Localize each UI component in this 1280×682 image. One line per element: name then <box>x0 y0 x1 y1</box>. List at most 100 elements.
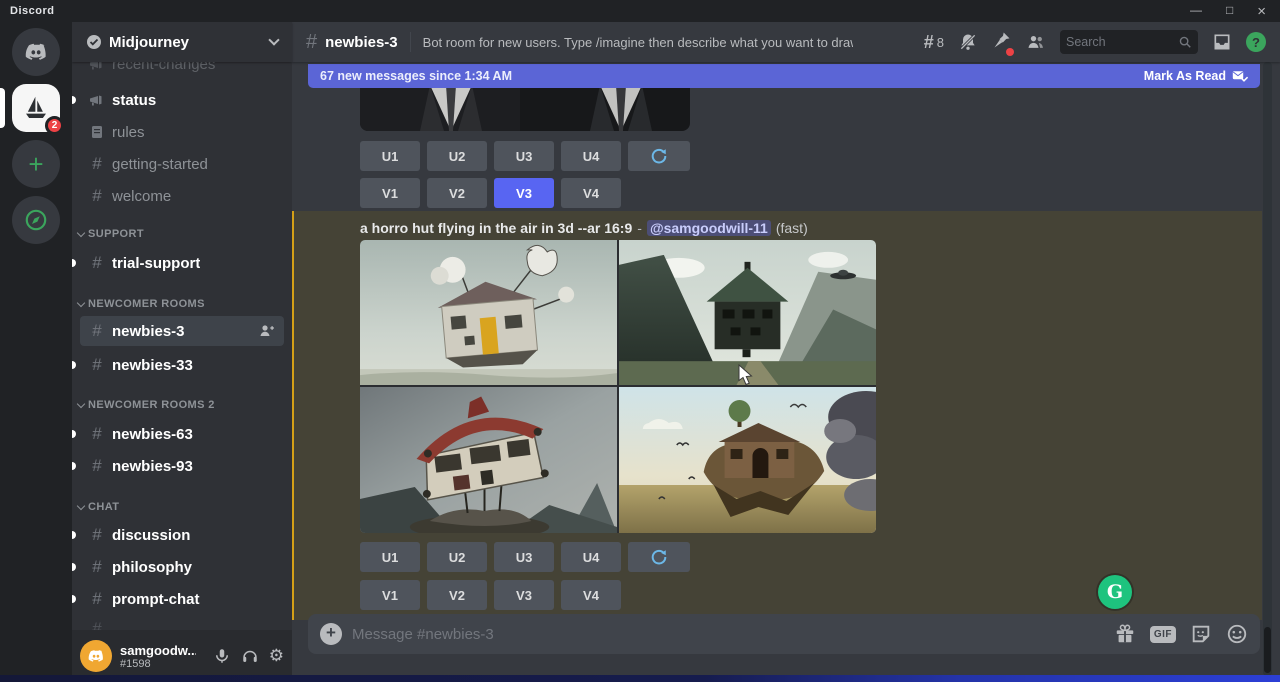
gift-icon[interactable] <box>1114 623 1136 645</box>
section-chat[interactable]: CHAT <box>78 500 119 514</box>
user-mention[interactable]: @samgoodwill-11 <box>647 220 771 236</box>
hash-icon <box>88 589 106 609</box>
hash-icon <box>88 186 106 206</box>
sidebar-item-welcome[interactable]: welcome <box>80 182 284 210</box>
microphone-icon[interactable] <box>213 647 231 665</box>
upscale-button-u1[interactable]: U1 <box>360 141 420 171</box>
hash-icon <box>88 525 106 545</box>
pin-notification-dot <box>1006 48 1014 56</box>
inbox-icon[interactable] <box>1212 32 1232 52</box>
message-input[interactable] <box>352 626 1104 643</box>
unread-indicator <box>72 361 76 369</box>
taskbar-edge <box>0 675 1280 682</box>
sidebar-item-trial-support[interactable]: trial-support <box>80 249 284 277</box>
variation-button-v4[interactable]: V4 <box>561 178 621 208</box>
member-list-icon[interactable] <box>1026 32 1046 52</box>
variation-button-v4[interactable]: V4 <box>561 580 621 610</box>
discord-app: Discord — □ × 2 recent-changes status <box>0 0 1280 682</box>
crooked-house-image <box>360 387 617 533</box>
reroll-button[interactable] <box>628 141 690 171</box>
sidebar-item-discussion[interactable]: discussion <box>80 521 284 549</box>
invite-people-icon[interactable] <box>258 323 276 339</box>
settings-gear-icon[interactable]: ⚙ <box>269 646 284 666</box>
user-discriminator: #1598 <box>120 658 196 670</box>
help-button[interactable] <box>1246 32 1266 52</box>
unread-indicator <box>72 563 76 571</box>
server-header[interactable]: Midjourney <box>72 22 292 62</box>
sidebar-item-newbies-63[interactable]: newbies-63 <box>80 420 284 448</box>
generated-image-3[interactable] <box>360 387 617 533</box>
section-newcomer-rooms-2[interactable]: NEWCOMER ROOMS 2 <box>78 398 215 412</box>
search-input[interactable] <box>1066 35 1174 49</box>
pinned-messages-button[interactable] <box>992 30 1012 55</box>
threads-icon: # <box>924 32 934 53</box>
variation-button-v1[interactable]: V1 <box>360 580 420 610</box>
hash-icon <box>88 355 106 375</box>
sidebar-item-newbies-33[interactable]: newbies-33 <box>80 351 284 379</box>
window-maximize-button[interactable]: □ <box>1226 3 1233 20</box>
generated-image-2[interactable] <box>619 240 876 385</box>
section-support[interactable]: SUPPORT <box>78 227 144 241</box>
generated-image-partial[interactable] <box>360 85 690 131</box>
hash-icon <box>88 154 106 174</box>
chat-scrollbar-thumb[interactable] <box>1264 627 1271 673</box>
unread-indicator <box>72 96 76 104</box>
upscale-button-u2[interactable]: U2 <box>427 141 487 171</box>
floating-island-house-image <box>619 387 876 533</box>
search-box <box>1060 30 1198 54</box>
variation-button-v3-selected[interactable]: V3 <box>494 178 554 208</box>
unread-indicator <box>72 462 76 470</box>
home-button[interactable] <box>12 28 60 76</box>
server-rail: 2 <box>0 22 72 682</box>
channel-topic[interactable]: Bot room for new users. Type /imagine th… <box>423 35 853 50</box>
variation-button-v2[interactable]: V2 <box>427 178 487 208</box>
sidebar-item-getting-started[interactable]: getting-started <box>80 150 284 178</box>
variation-button-v3[interactable]: V3 <box>494 580 554 610</box>
generated-image-4[interactable] <box>619 387 876 533</box>
upscale-button-u1[interactable]: U1 <box>360 542 420 572</box>
chevron-down-icon <box>77 399 85 407</box>
section-newcomer-rooms[interactable]: NEWCOMER ROOMS <box>78 297 205 311</box>
sidebar-item-philosophy[interactable]: philosophy <box>80 553 284 581</box>
window-minimize-button[interactable]: — <box>1190 3 1202 20</box>
chevron-down-icon <box>77 298 85 306</box>
sidebar-item-prompt-chat[interactable]: prompt-chat <box>80 585 284 613</box>
avatar[interactable] <box>80 640 112 672</box>
window-close-button[interactable]: × <box>1257 3 1266 20</box>
megaphone-icon <box>88 92 106 108</box>
threads-button[interactable]: # 8 <box>924 32 944 53</box>
explore-servers-button[interactable] <box>12 196 60 244</box>
rules-icon <box>88 124 106 140</box>
server-mention-badge: 2 <box>45 116 64 135</box>
sidebar-item-newbies-93[interactable]: newbies-93 <box>80 452 284 480</box>
chat-main: U1 U2 U3 U4 V1 V2 V3 V4 a horro hut flyi… <box>292 22 1280 682</box>
attach-file-button[interactable] <box>320 623 342 645</box>
reroll-button[interactable] <box>628 542 690 572</box>
generated-image-1[interactable] <box>360 240 617 385</box>
server-icon-midjourney[interactable]: 2 <box>12 84 60 132</box>
variation-button-v2[interactable]: V2 <box>427 580 487 610</box>
mark-as-read-button[interactable]: Mark As Read <box>1144 68 1248 84</box>
upscale-button-u4[interactable]: U4 <box>561 141 621 171</box>
variation-button-v1[interactable]: V1 <box>360 178 420 208</box>
new-messages-banner[interactable]: 67 new messages since 1:34 AM Mark As Re… <box>308 64 1260 88</box>
upscale-button-u2[interactable]: U2 <box>427 542 487 572</box>
emoji-picker-icon[interactable] <box>1226 623 1248 645</box>
grammarly-badge[interactable]: G <box>1098 575 1132 609</box>
upscale-button-u4[interactable]: U4 <box>561 542 621 572</box>
active-server-indicator <box>0 88 5 128</box>
sidebar-item-newbies-3[interactable]: newbies-3 <box>80 316 284 346</box>
user-info[interactable]: samgoodw... #1598 <box>120 643 196 670</box>
headphones-icon[interactable] <box>241 647 259 665</box>
add-server-button[interactable] <box>12 140 60 188</box>
chat-scrollbar-track[interactable] <box>1263 62 1272 676</box>
notifications-muted-icon[interactable] <box>958 32 978 52</box>
sidebar-item-status[interactable]: status <box>80 86 284 114</box>
hash-icon: # <box>306 31 317 54</box>
sidebar-item-rules[interactable]: rules <box>80 118 284 146</box>
sticker-icon[interactable] <box>1190 623 1212 645</box>
gif-picker-button[interactable]: GIF <box>1150 626 1176 643</box>
upscale-button-u3[interactable]: U3 <box>494 542 554 572</box>
upscale-button-u3[interactable]: U3 <box>494 141 554 171</box>
window-titlebar: Discord — □ × <box>0 0 1280 22</box>
